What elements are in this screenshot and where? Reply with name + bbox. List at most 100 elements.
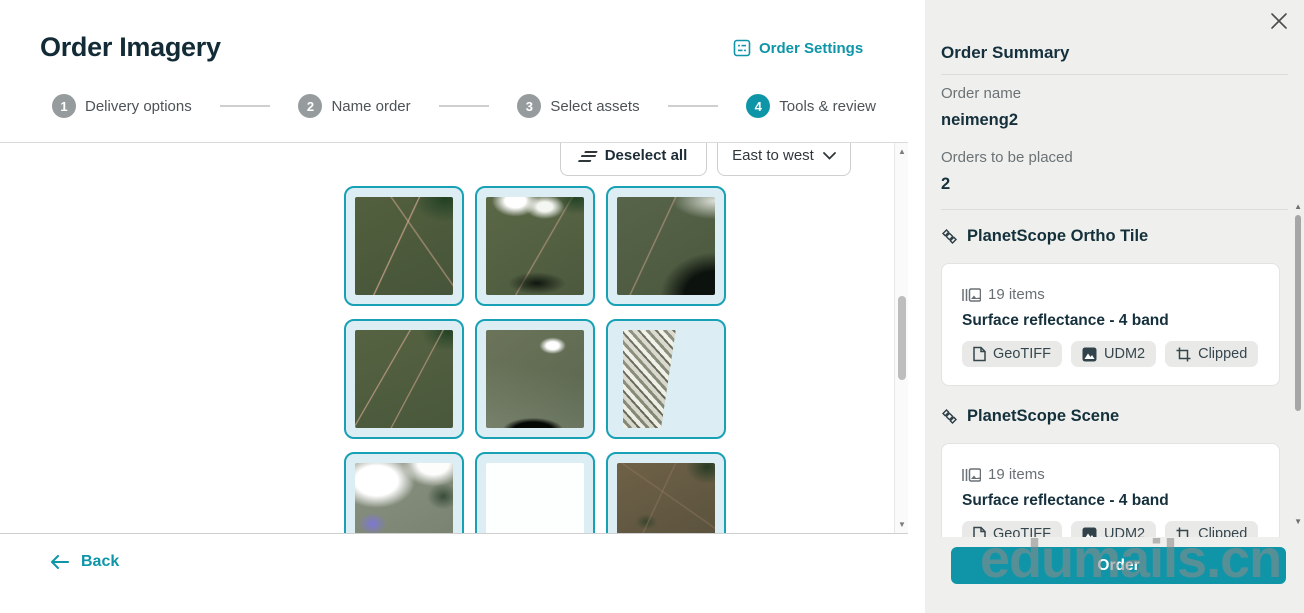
image-stack-icon xyxy=(962,288,981,302)
field-value: 2 xyxy=(941,175,1073,194)
divider xyxy=(941,74,1288,75)
field-label: Order name xyxy=(941,85,1073,102)
step-number: 1 xyxy=(52,94,76,118)
satellite-thumbnail-image xyxy=(355,197,453,295)
thumbnail-tile[interactable] xyxy=(475,452,595,533)
thumbnail-tile[interactable] xyxy=(606,452,726,533)
order-section-planetscope-ortho-tile: PlanetScope Ortho Tile 19 items Surface re… xyxy=(941,227,1295,386)
satellite-thumbnail-image xyxy=(355,330,453,428)
sort-order-value: East to west xyxy=(732,147,814,164)
scroll-up-icon[interactable]: ▲ xyxy=(895,148,908,156)
stepper-step-select-assets[interactable]: 3 Select assets xyxy=(517,94,639,118)
page-title: Order Imagery xyxy=(40,32,221,63)
chip-label: Clipped xyxy=(1198,526,1247,537)
field-label: Orders to be placed xyxy=(941,149,1073,166)
chip-geotiff: GeoTIFF xyxy=(962,521,1062,537)
asset-chips: GeoTIFF UDM2 Clipped xyxy=(962,341,1259,367)
main-scrollbar[interactable]: ▲ ▼ xyxy=(894,143,908,533)
udm-mask-icon xyxy=(1082,527,1097,538)
crop-icon xyxy=(1176,527,1191,538)
satellite-thumbnail-image xyxy=(617,197,715,295)
chevron-down-icon xyxy=(823,152,836,160)
section-heading: PlanetScope Ortho Tile xyxy=(941,227,1295,246)
close-icon[interactable] xyxy=(1269,11,1291,33)
stepper-step-tools-review[interactable]: 4Tools & review xyxy=(746,94,876,118)
asset-chips: GeoTIFF UDM2 Clipped xyxy=(962,521,1259,537)
order-summary-title: Order Summary xyxy=(941,43,1070,63)
satellite-icon xyxy=(941,228,958,245)
section-title: PlanetScope Scene xyxy=(967,407,1119,426)
thumbnail-tile[interactable] xyxy=(344,319,464,439)
thumbnail-tile[interactable] xyxy=(475,186,595,306)
satellite-thumbnail-image xyxy=(486,330,584,428)
step-label: Delivery options xyxy=(85,98,192,115)
chip-label: Clipped xyxy=(1198,346,1247,362)
thumbnail-tile[interactable] xyxy=(344,452,464,533)
step-label: Select assets xyxy=(550,98,639,115)
step-label: Name order xyxy=(331,98,410,115)
order-button[interactable]: Order xyxy=(951,547,1286,584)
satellite-thumbnail-image xyxy=(355,463,453,533)
stepper: 1 Delivery options 2 Name order 3 Select asse… xyxy=(52,94,876,118)
main-scrollbar-thumb[interactable] xyxy=(898,296,906,380)
order-section-planetscope-scene: PlanetScope Scene 19 items Surface reflect… xyxy=(941,407,1295,537)
order-settings-label: Order Settings xyxy=(759,40,863,57)
items-count: 19 items xyxy=(988,466,1045,483)
order-settings-button[interactable]: Order Settings xyxy=(733,39,863,57)
product-name: Surface reflectance - 4 band xyxy=(962,492,1259,510)
satellite-icon xyxy=(941,408,958,425)
thumbnail-tile[interactable] xyxy=(344,186,464,306)
satellite-thumbnail-image xyxy=(617,463,715,533)
file-icon xyxy=(973,346,986,362)
section-title: PlanetScope Ortho Tile xyxy=(967,227,1148,246)
deselect-all-button[interactable]: Deselect all xyxy=(560,142,707,176)
satellite-thumbnail-image xyxy=(486,463,584,533)
chip-label: GeoTIFF xyxy=(993,526,1051,537)
satellite-thumbnail-image xyxy=(486,197,584,295)
items-count: 19 items xyxy=(988,286,1045,303)
back-arrow-icon xyxy=(50,555,69,569)
sidebar-scrollbar-thumb[interactable] xyxy=(1295,215,1301,411)
summary-field: Orders to be placed 2 xyxy=(941,149,1073,194)
assets-scroll-area: Deselect all East to west ▲ ▼ xyxy=(0,142,908,533)
scroll-down-icon[interactable]: ▼ xyxy=(895,521,908,529)
items-count-row: 19 items xyxy=(962,286,1259,303)
satellite-thumbnail-image xyxy=(617,330,715,428)
order-imagery-page: Order Imagery Order Settings 1 Delivery o… xyxy=(0,0,1304,613)
items-count-row: 19 items xyxy=(962,466,1259,483)
udm-mask-icon xyxy=(1082,347,1097,362)
crop-icon xyxy=(1176,347,1191,362)
thumbnail-tile[interactable] xyxy=(475,319,595,439)
thumbnail-tile[interactable] xyxy=(606,186,726,306)
chip-udm2: UDM2 xyxy=(1071,521,1156,537)
step-number: 2 xyxy=(298,94,322,118)
order-summary-fields: Order name neimeng2 Orders to be placed 2 xyxy=(941,85,1073,194)
stepper-step-delivery-options[interactable]: 1 Delivery options xyxy=(52,94,192,118)
product-name: Surface reflectance - 4 band xyxy=(962,312,1259,330)
back-label: Back xyxy=(81,553,119,571)
chip-label: UDM2 xyxy=(1104,526,1145,537)
stepper-dash xyxy=(439,105,490,107)
back-button[interactable]: Back xyxy=(50,553,119,571)
chip-clipped: Clipped xyxy=(1165,521,1258,537)
scroll-down-icon[interactable]: ▼ xyxy=(1294,518,1302,526)
sort-order-select[interactable]: East to west xyxy=(717,142,851,176)
stepper-dash xyxy=(668,105,719,107)
summary-field: Order name neimeng2 xyxy=(941,85,1073,130)
chip-udm2: UDM2 xyxy=(1071,341,1156,367)
thumbnail-tile[interactable] xyxy=(606,319,726,439)
stepper-step-name-order[interactable]: 2 Name order xyxy=(298,94,410,118)
order-settings-icon xyxy=(733,39,751,57)
chip-label: GeoTIFF xyxy=(993,346,1051,362)
scroll-up-icon[interactable]: ▲ xyxy=(1294,203,1302,211)
order-sections-scroll-area: PlanetScope Ortho Tile 19 items Surface re… xyxy=(925,210,1295,537)
section-heading: PlanetScope Scene xyxy=(941,407,1295,426)
order-summary-panel: Order Summary Order name neimeng2 Orders t… xyxy=(925,0,1304,613)
field-value: neimeng2 xyxy=(941,111,1073,130)
image-stack-icon xyxy=(962,468,981,482)
file-icon xyxy=(973,526,986,537)
deselect-all-icon xyxy=(577,148,599,164)
chip-label: UDM2 xyxy=(1104,346,1145,362)
main-panel: Order Imagery Order Settings 1 Delivery o… xyxy=(0,0,908,613)
step-number: 3 xyxy=(517,94,541,118)
